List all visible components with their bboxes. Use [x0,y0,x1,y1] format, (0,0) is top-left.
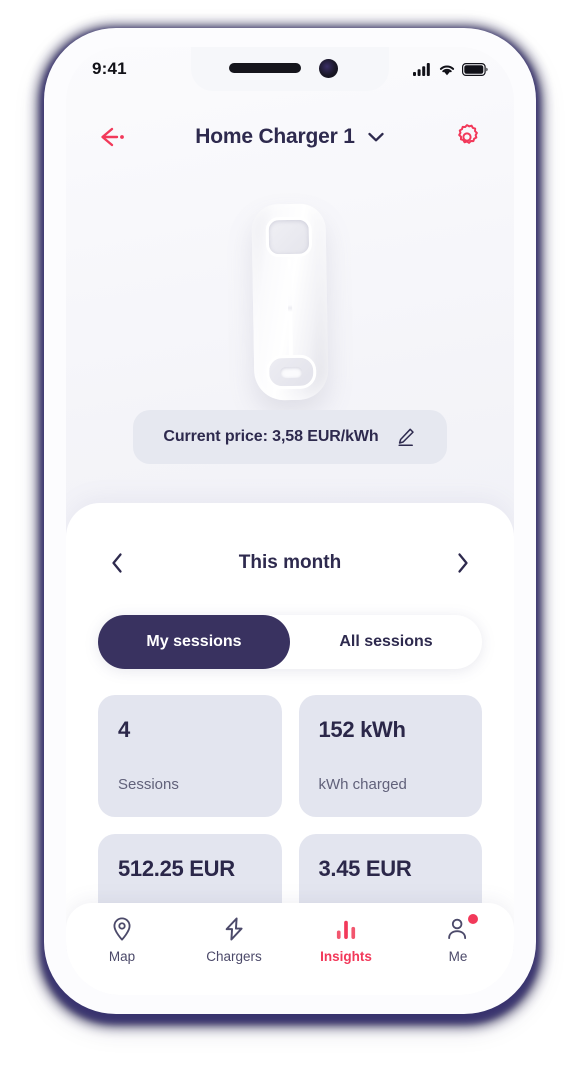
map-pin-icon [109,916,135,942]
stat-label: kWh charged [318,776,407,793]
stat-value: 3.45 EUR [318,856,412,881]
chevron-down-icon [368,132,384,142]
nav-item-chargers[interactable]: Chargers [178,916,290,964]
chevron-left-icon [112,553,122,573]
back-arrow-icon [101,127,124,147]
bottom-navigation-bar: Map Chargers Insights Me [66,903,514,995]
nav-item-map[interactable]: Map [66,916,178,964]
settings-button[interactable] [446,116,488,158]
ev-charger-device-icon [251,203,329,401]
gear-icon [458,124,478,144]
phone-screen: 9:41 Home Charger 1 Current price: 3,58 … [66,47,514,995]
previous-period-button[interactable] [100,546,134,580]
cellular-signal-icon [413,62,430,76]
phone-notch [191,47,389,91]
battery-full-icon [462,62,488,76]
tab-my-sessions[interactable]: My sessions [98,615,290,669]
tab-all-sessions[interactable]: All sessions [290,615,482,669]
current-price-label: Current price: 3,58 EUR/kWh [163,428,379,445]
charger-light-strip [287,258,293,358]
charger-illustration-area [66,187,514,417]
status-time: 9:41 [92,59,127,78]
front-camera [319,59,338,78]
person-icon [445,914,478,942]
chevron-right-icon [458,553,468,573]
stat-label: Sessions [118,776,179,793]
stat-value: 4 [118,717,130,742]
app-header: Home Charger 1 [66,109,514,165]
charger-port [280,366,303,379]
nav-label: Me [448,949,468,964]
page-title: Home Charger 1 [195,125,355,148]
charger-selector[interactable]: Home Charger 1 [195,125,384,149]
charger-top-panel [265,216,313,258]
back-button[interactable] [92,116,134,158]
charger-bottom-panel [265,354,317,390]
next-period-button[interactable] [446,546,480,580]
notification-badge-dot [468,914,478,924]
nav-item-insights[interactable]: Insights [290,916,402,964]
period-label: This month [238,552,342,573]
lightning-bolt-icon [221,916,247,942]
nav-label: Chargers [206,949,262,964]
stat-value: 152 kWh [318,717,406,742]
wifi-icon [439,65,455,75]
bar-chart-icon [333,916,359,942]
stat-card-kwh-charged[interactable]: 152 kWh kWh charged [298,695,482,817]
current-price-card[interactable]: Current price: 3,58 EUR/kWh [133,410,447,464]
earpiece-speaker [229,63,301,73]
nav-label: Insights [320,949,372,964]
status-icons [413,62,488,76]
stat-value: 512.25 EUR [118,856,235,881]
period-navigator: This month [66,543,514,583]
screenshot-canvas: 9:41 Home Charger 1 Current price: 3,58 … [0,0,580,1092]
pencil-edit-icon[interactable] [395,426,417,448]
nav-label: Map [108,949,136,964]
stat-card-sessions[interactable]: 4 Sessions [98,695,282,817]
nav-item-me[interactable]: Me [402,914,514,964]
sessions-tab-group: My sessions All sessions [98,615,482,669]
